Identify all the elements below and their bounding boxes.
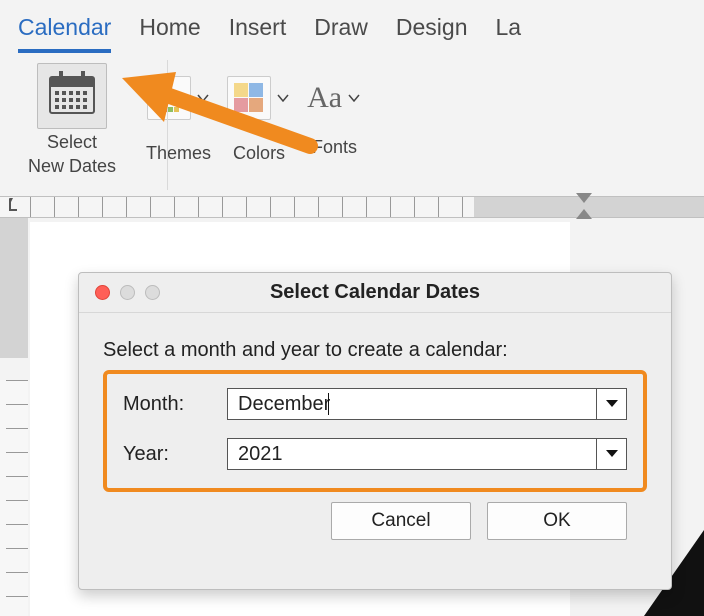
annotation-highlight-frame: Month: December Year: 2021 — [103, 370, 647, 492]
close-icon[interactable] — [95, 285, 110, 300]
tab-stop-icon[interactable] — [4, 198, 18, 214]
themes-dropdown-icon[interactable] — [195, 93, 211, 103]
year-combobox[interactable]: 2021 — [227, 438, 627, 470]
tab-layout-partial[interactable]: La — [496, 14, 522, 53]
select-new-dates-label-2: New Dates — [28, 157, 116, 177]
fonts-label: Fonts — [312, 138, 357, 158]
calendar-icon — [47, 71, 97, 122]
select-new-dates-button[interactable] — [37, 63, 107, 129]
month-dropdown-icon[interactable] — [596, 389, 626, 419]
fonts-tool[interactable]: Aa Fonts — [307, 81, 362, 158]
ok-button[interactable]: OK — [487, 502, 627, 540]
month-value: December — [238, 393, 330, 416]
themes-label: Themes — [146, 144, 211, 164]
ribbon-divider — [167, 60, 168, 190]
year-dropdown-icon[interactable] — [596, 439, 626, 469]
dialog-title: Select Calendar Dates — [79, 281, 671, 304]
ribbon-tools: Select New Dates Aa Themes — [0, 53, 704, 179]
colors-dropdown-icon[interactable] — [275, 93, 291, 103]
svg-text:Aa: Aa — [157, 87, 180, 107]
tab-calendar[interactable]: Calendar — [18, 14, 111, 53]
themes-tool[interactable]: Aa Themes — [146, 76, 211, 164]
ribbon-tab-bar: Calendar Home Insert Draw Design La — [0, 0, 704, 53]
select-new-dates-label-1: Select — [47, 133, 97, 153]
select-calendar-dates-dialog: Select Calendar Dates Select a month and… — [78, 272, 672, 590]
horizontal-ruler — [0, 196, 704, 218]
fonts-icon: Aa — [307, 81, 342, 114]
minimize-icon — [120, 285, 135, 300]
maximize-icon — [145, 285, 160, 300]
tab-home[interactable]: Home — [139, 14, 200, 53]
month-combobox[interactable]: December — [227, 388, 627, 420]
fonts-dropdown-icon[interactable] — [346, 93, 362, 103]
text-cursor — [328, 393, 329, 415]
select-new-dates-tool[interactable]: Select New Dates — [28, 63, 116, 177]
cancel-button[interactable]: Cancel — [331, 502, 471, 540]
tab-design[interactable]: Design — [396, 14, 468, 53]
vertical-ruler-margin — [0, 218, 28, 358]
colors-tool[interactable]: Colors — [227, 76, 291, 164]
themes-icon: Aa — [147, 76, 191, 120]
ruler-tab-marker-icon[interactable] — [574, 191, 594, 221]
colors-icon — [227, 76, 271, 120]
dialog-instruction: Select a month and year to create a cale… — [103, 339, 647, 362]
tab-insert[interactable]: Insert — [229, 14, 287, 53]
month-label: Month: — [123, 393, 211, 416]
tab-draw[interactable]: Draw — [314, 14, 368, 53]
dialog-title-bar[interactable]: Select Calendar Dates — [79, 273, 671, 313]
colors-label: Colors — [233, 144, 285, 164]
vertical-ruler — [0, 380, 28, 616]
year-label: Year: — [123, 443, 211, 466]
year-value: 2021 — [238, 443, 283, 466]
